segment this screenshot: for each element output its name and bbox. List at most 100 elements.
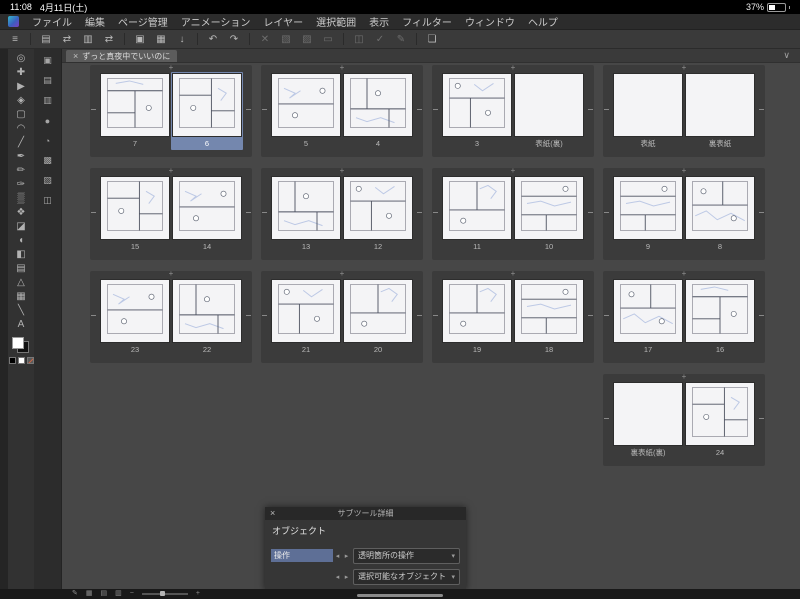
ruler-tool[interactable]: ╲ (11, 304, 31, 318)
eyedropper-tool[interactable]: ╱ (11, 136, 31, 150)
fill-tool[interactable]: ◧ (11, 248, 31, 262)
list-view-button[interactable]: ▥ (115, 589, 122, 599)
tool-property-palette[interactable]: ▥ (39, 94, 57, 107)
zoom-slider-knob[interactable] (160, 591, 166, 596)
change-page-order-button[interactable]: ⇄ (58, 32, 76, 47)
page-thumbnail[interactable]: 6 (171, 72, 243, 150)
page-thumbnail[interactable]: 21 (270, 278, 342, 356)
black-color-chip[interactable] (8, 357, 16, 364)
material-palette-button[interactable]: ❏ (423, 32, 441, 47)
subtool-palette[interactable]: ▤ (39, 74, 57, 87)
layer-select-tool[interactable]: ◈ (11, 94, 31, 108)
thumbnail-grid-button[interactable]: ▦ (86, 589, 93, 599)
close-icon[interactable]: × (270, 509, 275, 518)
page-thumbnail[interactable]: 8 (684, 175, 756, 253)
page-thumbnail[interactable]: 5 (270, 72, 342, 150)
two-up-view-button[interactable]: ▤ (101, 589, 108, 599)
main-color-swatch[interactable] (12, 337, 24, 349)
page-thumbnail[interactable]: 16 (684, 278, 756, 356)
menu-item[interactable]: フィルター (402, 14, 452, 29)
menu-item[interactable]: 表示 (369, 14, 389, 29)
export-page-button[interactable]: ↓ (173, 32, 191, 47)
lasso-tool[interactable]: ◠ (11, 122, 31, 136)
page-thumbnail[interactable]: 14 (171, 175, 243, 253)
home-indicator[interactable] (357, 594, 443, 597)
page-thumbnail[interactable]: 22 (171, 278, 243, 356)
spread-view-button[interactable]: ▤ (37, 32, 55, 47)
page-thumbnail[interactable]: 3 (441, 72, 513, 150)
quick-access-palette[interactable]: ▣ (39, 54, 57, 67)
crop-button[interactable]: ▭ (319, 32, 337, 47)
page-thumbnail[interactable]: 7 (99, 72, 171, 150)
vector-edit-button[interactable]: ✎ (392, 32, 410, 47)
reverse-binding-button[interactable]: ⇄ (100, 32, 118, 47)
pencil-tool[interactable]: ✏ (11, 164, 31, 178)
move-tool[interactable]: ✚ (11, 66, 31, 80)
menu-item[interactable]: アニメーション (181, 14, 251, 29)
menu-item[interactable]: レイヤー (263, 14, 303, 29)
pen-tool[interactable]: ✒ (11, 150, 31, 164)
undo-button[interactable]: ↶ (204, 32, 222, 47)
zoom-tool[interactable]: ◎ (11, 52, 31, 66)
figure-tool[interactable]: △ (11, 276, 31, 290)
zoom-slider[interactable] (141, 591, 188, 596)
prev-option-button[interactable]: ◂ (333, 571, 342, 582)
text-tool[interactable]: A (11, 318, 31, 332)
page-thumbnail[interactable]: 10 (513, 175, 585, 253)
tab-close-icon[interactable]: × (73, 51, 78, 61)
menu-item[interactable]: 選択範囲 (316, 14, 356, 29)
option-dropdown[interactable]: 透明箇所の操作 ▾ (353, 547, 460, 564)
page-thumbnail[interactable]: 裏表紙(裏) (612, 381, 684, 459)
airbrush-tool[interactable]: ▒ (11, 192, 31, 206)
page-thumbnail[interactable]: 9 (612, 175, 684, 253)
color-set-palette[interactable]: ▩ (39, 154, 57, 167)
import-page-button[interactable]: ▦ (152, 32, 170, 47)
selection-tool[interactable]: ▢ (11, 108, 31, 122)
menu-item[interactable]: ファイル (32, 14, 72, 29)
clear-button[interactable]: ✕ (256, 32, 274, 47)
document-tab[interactable]: × ずっと真夜中でいいのに (66, 50, 178, 62)
blend-tool[interactable]: ◖ (11, 234, 31, 248)
page-thumbnail[interactable]: 表紙(裏) (513, 72, 585, 150)
white-color-chip[interactable] (17, 357, 25, 364)
frame-border-tool[interactable]: ▦ (11, 290, 31, 304)
menu-item[interactable]: ウィンドウ (465, 14, 515, 29)
page-thumbnail[interactable]: 13 (270, 175, 342, 253)
single-page-view-button[interactable]: ▥ (79, 32, 97, 47)
new-page-button[interactable]: ▣ (131, 32, 149, 47)
panel-row-label[interactable] (271, 570, 333, 583)
page-thumbnail[interactable]: 18 (513, 278, 585, 356)
page-thumbnail[interactable]: 24 (684, 381, 756, 459)
next-option-button[interactable]: ▸ (342, 571, 351, 582)
object-tool[interactable]: ▶ (11, 80, 31, 94)
page-thumbnail[interactable]: 20 (342, 278, 414, 356)
prev-option-button[interactable]: ◂ (333, 550, 342, 561)
menu-item[interactable]: 編集 (85, 14, 105, 29)
page-thumbnail[interactable]: 15 (99, 175, 171, 253)
brush-tool[interactable]: ✑ (11, 178, 31, 192)
invert-selection-button[interactable]: ▨ (298, 32, 316, 47)
menu-item[interactable]: ページ管理 (118, 14, 168, 29)
page-thumbnail[interactable]: 11 (441, 175, 513, 253)
eraser-tool[interactable]: ◪ (11, 220, 31, 234)
page-thumbnail[interactable]: 表紙 (612, 72, 684, 150)
color-swatches[interactable] (12, 337, 30, 353)
snap-to-ruler-button[interactable]: ◫ (350, 32, 368, 47)
chevron-down-icon[interactable]: ∨ (783, 50, 790, 61)
correct-line-button[interactable]: ✓ (371, 32, 389, 47)
option-dropdown[interactable]: 選択可能なオブジェクト ▾ (353, 568, 460, 585)
navigator-palette[interactable]: ◫ (39, 194, 57, 207)
main-menu-button[interactable]: ≡ (6, 32, 24, 47)
page-thumbnail[interactable]: 23 (99, 278, 171, 356)
page-thumbnail[interactable]: 17 (612, 278, 684, 356)
page-thumbnail[interactable]: 12 (342, 175, 414, 253)
brush-size-palette[interactable]: ● (39, 114, 57, 127)
color-wheel-palette[interactable]: ◔ (39, 134, 57, 147)
transparent-color-chip[interactable] (26, 357, 34, 364)
page-thumbnail[interactable]: 裏表紙 (684, 72, 756, 150)
clip-studio-logo-icon[interactable] (8, 16, 19, 27)
deselect-button[interactable]: ▧ (277, 32, 295, 47)
layer-palette[interactable]: ▧ (39, 174, 57, 187)
gradient-tool[interactable]: ▤ (11, 262, 31, 276)
redo-button[interactable]: ↷ (225, 32, 243, 47)
